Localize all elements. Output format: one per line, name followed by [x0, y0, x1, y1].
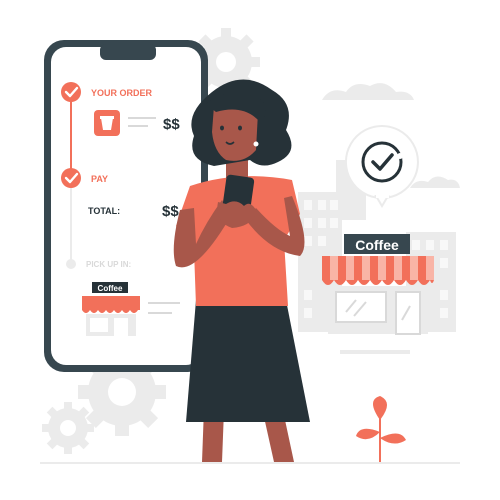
earring [253, 141, 259, 147]
scene-svg: YOUR ORDER $$ PAY TOTAL: $$ PICK UP IN: … [40, 28, 460, 464]
gear-icon [42, 402, 94, 454]
pending-step-dot [66, 259, 76, 269]
step-label-pick-up: PICK UP IN: [86, 260, 131, 269]
shop-info-line [148, 312, 172, 314]
plant-icon [356, 396, 406, 462]
shop-door [395, 291, 421, 335]
phone-notch [100, 44, 156, 60]
step-label-your-order: YOUR ORDER [91, 88, 153, 98]
item-line [128, 117, 156, 119]
eye [238, 125, 242, 131]
illustration: YOUR ORDER $$ PAY TOTAL: $$ PICK UP IN: … [0, 0, 500, 500]
total-price: $$ [162, 203, 179, 220]
coffee-cup-icon [94, 110, 120, 136]
shop-info-line [148, 302, 180, 304]
cloud-shape [322, 83, 414, 100]
cloud-shape [410, 176, 460, 188]
step-label-pay: PAY [91, 174, 108, 184]
total-label: TOTAL: [88, 206, 120, 216]
check-circle-icon [61, 82, 81, 102]
ground-line [40, 462, 460, 464]
mini-shop-sign: Coffee [98, 284, 123, 293]
check-circle-icon [61, 168, 81, 188]
sidewalk-line [340, 350, 410, 354]
eye [220, 125, 224, 131]
order-price: $$ [163, 116, 180, 133]
skirt [186, 300, 310, 422]
item-line [128, 125, 148, 127]
storefront-sign: Coffee [355, 237, 399, 253]
